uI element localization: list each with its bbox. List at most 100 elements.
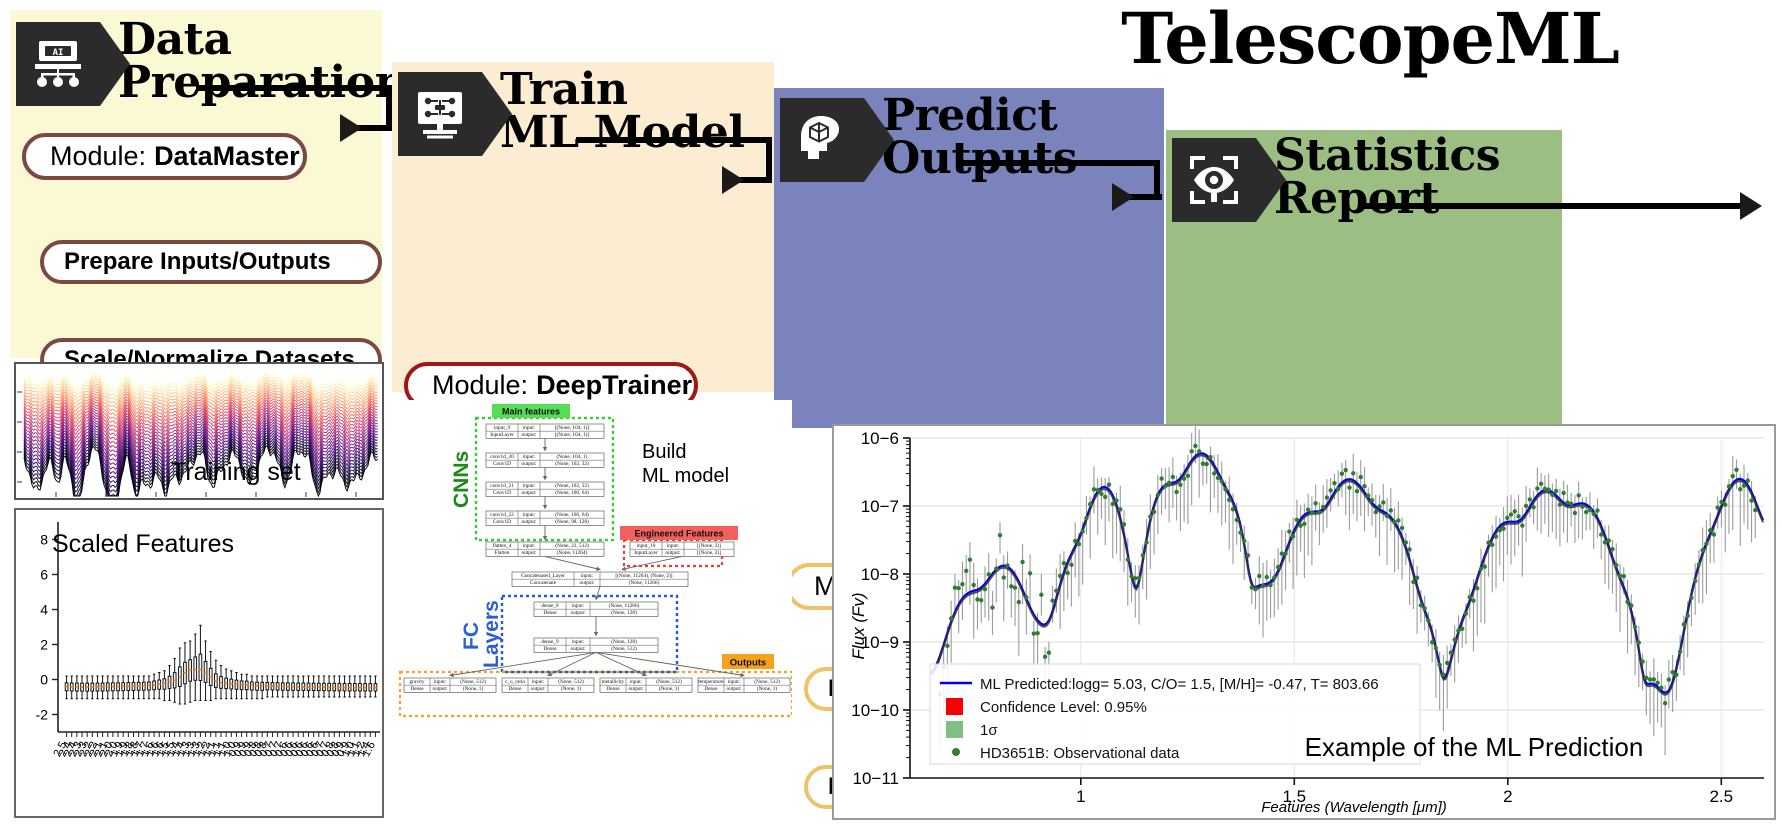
svg-text:output:: output: — [530, 686, 546, 692]
svg-text:(None, 128): (None, 128) — [611, 609, 637, 616]
svg-text:6: 6 — [40, 567, 48, 583]
module-pill-datamaster[interactable]: Module: DataMaster — [22, 133, 307, 180]
main-title: TelescopeML — [1121, 0, 1620, 80]
title-line-1: Statistics — [1274, 130, 1501, 181]
connector-1-arrow — [340, 114, 362, 142]
svg-text:Confidence Level: 0.95%: Confidence Level: 0.95% — [980, 699, 1147, 716]
svg-text:flatten_4: flatten_4 — [493, 542, 512, 549]
group-label-cnns: CNNs — [450, 451, 473, 508]
svg-text:output:: output: — [521, 432, 537, 438]
stage-header-statistics-report: Statistics Report — [1172, 133, 1501, 225]
module-name: DataMaster — [154, 141, 300, 171]
svg-text:conv1d_20: conv1d_20 — [490, 454, 514, 460]
ml-prediction-plot: 10−6 10−7 10−8 10−9 10−10 10−11 1 1.5 2 2.5 ML P… — [832, 424, 1776, 820]
svg-text:input:: input: — [523, 483, 536, 489]
svg-text:(None, 512): (None, 512) — [558, 678, 584, 685]
svg-text:(None, 11264): (None, 11264) — [557, 549, 588, 556]
title-line-1: Predict — [882, 90, 1058, 141]
svg-text:Conv1D: Conv1D — [493, 490, 511, 496]
svg-text:(None, 104, 1): (None, 104, 1) — [557, 453, 588, 460]
svg-text:temperature: temperature — [698, 679, 724, 685]
svg-text:2: 2 — [40, 637, 48, 653]
svg-text:Dense: Dense — [508, 686, 522, 692]
module-prefix: Module: — [432, 370, 529, 400]
ml-prediction-svg: 10−610−710−810−910−1010−11 1 1.5 2 2.5 ML P… — [849, 426, 1765, 816]
stage-title-predict-outputs: Predict Outputs — [882, 90, 1078, 185]
stage-item-prepare-inputs-outputs[interactable]: Prepare Inputs/Outputs — [40, 240, 382, 284]
svg-text:10−8: 10−8 — [861, 565, 899, 584]
svg-text:Concatenate: Concatenate — [530, 580, 557, 586]
svg-text:Concatenated_Layer: Concatenated_Layer — [521, 573, 565, 579]
svg-text:output:: output: — [579, 580, 595, 586]
svg-text:output:: output: — [726, 686, 742, 692]
stage-header-data-preparation: AI Data Preparation — [16, 17, 407, 109]
title-line-2: ML Model — [500, 107, 745, 159]
svg-text:input:: input: — [523, 454, 536, 460]
svg-text:input:: input: — [572, 639, 585, 645]
svg-text:input:: input: — [572, 603, 585, 609]
tag-main-features: Main features — [502, 407, 560, 417]
svg-text:(None, 512): (None, 512) — [611, 645, 637, 652]
svg-text:(None, 102, 32): (None, 102, 32) — [555, 482, 589, 489]
prediction-xlabel: Features (Wavelength [μm]) — [1261, 799, 1447, 816]
svg-text:output:: output: — [521, 519, 537, 525]
svg-text:[(None, 104, 1)]: [(None, 104, 1)] — [555, 424, 590, 431]
svg-text:metallicity: metallicity — [602, 679, 625, 685]
head-cube-ai-icon — [780, 98, 894, 182]
svg-text:10−10: 10−10 — [851, 701, 899, 720]
svg-text:input:: input: — [630, 679, 643, 685]
title-line-2: Outputs — [882, 133, 1078, 185]
tag-outputs: Outputs — [730, 657, 766, 668]
svg-text:(None, 512): (None, 512) — [656, 678, 682, 685]
svg-text:1: 1 — [1076, 787, 1085, 806]
svg-text:gravity: gravity — [409, 679, 424, 685]
svg-text:output:: output: — [570, 646, 586, 652]
svg-text:(None, 102, 32): (None, 102, 32) — [555, 460, 589, 467]
svg-text:10−7: 10−7 — [861, 497, 899, 516]
svg-text:1σ: 1σ — [980, 722, 998, 739]
svg-text:InputLayer: InputLayer — [490, 432, 514, 438]
svg-text:output:: output: — [521, 550, 537, 556]
svg-text:conv1d_21: conv1d_21 — [490, 483, 514, 489]
svg-text:(None, 1): (None, 1) — [757, 685, 778, 692]
svg-text:(None, 128): (None, 128) — [611, 638, 637, 645]
connector-1-horizontal — [196, 85, 392, 91]
connector-3-arrow — [1112, 183, 1134, 211]
svg-text:ML Predicted:logg= 5.03, C/O=: ML Predicted:logg= 5.03, C/O= 1.5, [M/H]… — [980, 676, 1379, 693]
svg-text:output:: output: — [570, 610, 586, 616]
svg-text:input:: input: — [523, 425, 536, 431]
stage-header-predict-outputs: Predict Outputs — [780, 93, 1078, 182]
connector-2-arrow — [722, 166, 744, 194]
module-name: DeepTrainer — [536, 370, 693, 400]
title-line-2: Preparation — [118, 57, 407, 109]
group-label-fc-layers-2: Layers — [480, 600, 503, 668]
svg-text:(None, 11266): (None, 11266) — [609, 602, 640, 609]
svg-text:[(None, 2)]: [(None, 2)] — [697, 542, 721, 549]
svg-text:dense_8: dense_8 — [541, 603, 559, 609]
svg-text:(None, 512): (None, 512) — [754, 678, 780, 685]
svg-text:conv1d_22: conv1d_22 — [490, 512, 514, 518]
svg-text:input_9: input_9 — [494, 425, 511, 431]
scaled-features-plot: -2 0 2 4 6 8 2.5 2.4 2.4 2.3 2.3 2.2 2.2 2.1 2.1 2.0 2.… — [14, 508, 384, 818]
svg-text:input:: input: — [523, 543, 536, 549]
svg-text:(None, 100, 64): (None, 100, 64) — [555, 489, 589, 496]
connector-2-horizontal — [576, 137, 772, 143]
svg-text:Dense: Dense — [543, 610, 557, 616]
title-line-2: Report — [1274, 173, 1440, 225]
svg-text:10−6: 10−6 — [861, 429, 899, 448]
svg-text:output:: output: — [521, 490, 537, 496]
svg-text:Dense: Dense — [606, 686, 620, 692]
eye-analysis-icon — [1172, 138, 1286, 222]
svg-text:(None, 11266): (None, 11266) — [629, 579, 660, 586]
telescopeml-workflow-figure: TelescopeML AI Data Preparation Module: … — [0, 0, 1782, 825]
training-set-plot: Training set — [14, 362, 384, 500]
build-ml-model-caption-line1: Build — [642, 441, 686, 463]
svg-text:input:: input: — [728, 679, 741, 685]
title-line-1: Data — [118, 14, 232, 65]
svg-text:(None, 1): (None, 1) — [463, 685, 484, 692]
cnn-architecture-diagram: .lbox { fill:#fff; stroke:#777; stroke-w… — [392, 400, 794, 820]
svg-text:output:: output: — [628, 686, 644, 692]
svg-text:8: 8 — [40, 532, 48, 548]
svg-text:(None, 98, 128): (None, 98, 128) — [555, 518, 589, 525]
svg-text:-2: -2 — [36, 707, 49, 723]
